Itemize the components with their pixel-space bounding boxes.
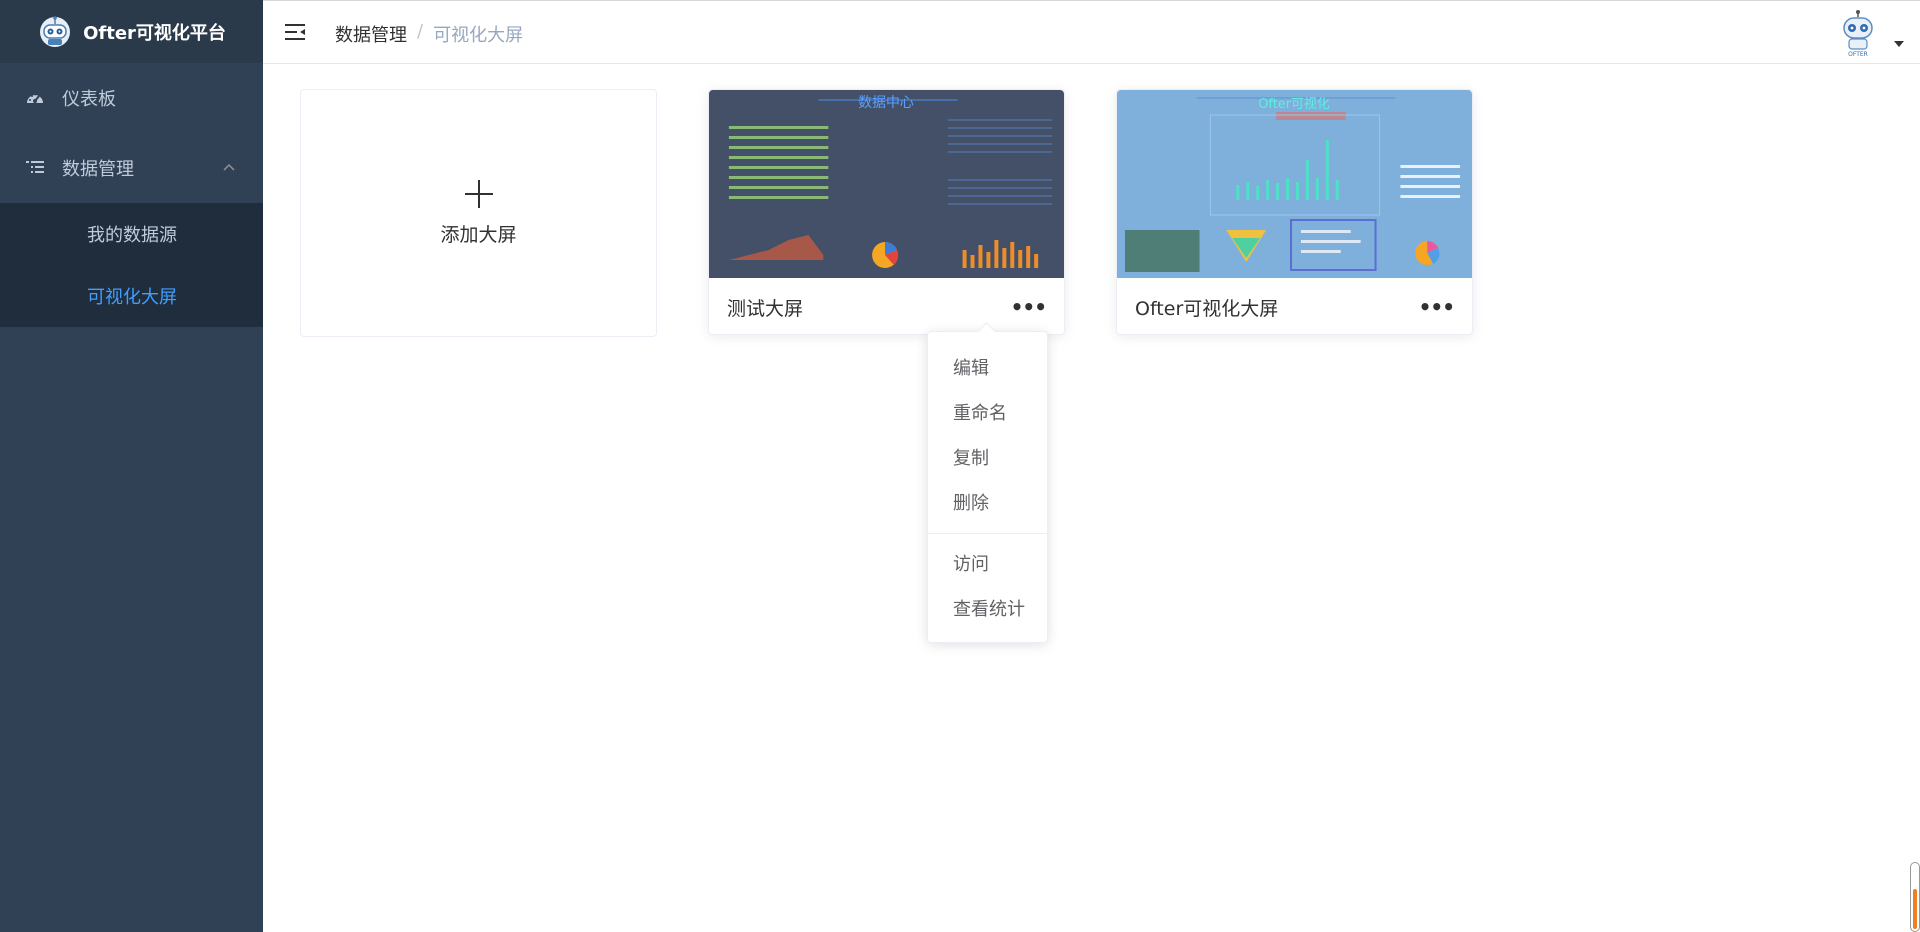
menu-item-view-stats[interactable]: 查看统计	[928, 587, 1047, 632]
thumb-heading: Ofter可视化	[1258, 97, 1330, 112]
card-footer: 测试大屏 •••	[709, 278, 1064, 336]
robot-logo-icon	[40, 15, 71, 47]
menu-label-data-management: 数据管理	[62, 159, 134, 180]
menu-item-edit[interactable]: 编辑	[928, 346, 1047, 391]
breadcrumb-item-current: 可视化大屏	[433, 25, 524, 46]
menu-item-delete[interactable]: 删除	[928, 481, 1047, 526]
app-title: Ofter可视化平台	[83, 22, 226, 44]
thumb-heading: 数据中心	[858, 95, 914, 111]
submenu-data-management: 我的数据源 可视化大屏	[0, 203, 263, 327]
tree-list-icon	[24, 157, 46, 179]
dashboard-gauge-icon	[24, 87, 46, 109]
sidebar-item-visual-screen[interactable]: 可视化大屏	[0, 265, 263, 327]
menu-label-dashboard: 仪表板	[62, 89, 116, 110]
svg-text:OFTER: OFTER	[1848, 51, 1868, 57]
avatar-dropdown-caret-icon[interactable]	[1894, 41, 1904, 47]
top-header: 数据管理 / 可视化大屏 OFTER	[263, 0, 1920, 64]
menu-item-visit[interactable]: 访问	[928, 542, 1047, 587]
menu-item-rename[interactable]: 重命名	[928, 391, 1047, 436]
screen-thumbnail[interactable]: Ofter可视化	[1117, 90, 1472, 278]
add-screen-card[interactable]: 添加大屏	[300, 89, 657, 337]
screen-card-ofter[interactable]: Ofter可视化 Ofter可视化大屏 •••	[1116, 89, 1473, 335]
more-options-icon[interactable]: •••	[1011, 295, 1047, 319]
user-avatar[interactable]: OFTER	[1836, 9, 1880, 57]
sidebar-item-my-datasource[interactable]: 我的数据源	[0, 203, 263, 265]
menu-divider	[928, 533, 1047, 534]
hamburger-toggle-icon[interactable]	[283, 21, 307, 43]
scrollbar[interactable]	[1910, 862, 1920, 932]
breadcrumb-item-data-management[interactable]: 数据管理	[335, 21, 407, 47]
breadcrumb-separator: /	[417, 21, 424, 42]
screen-card-test[interactable]: 数据中心 测试大屏 •••	[708, 89, 1065, 335]
card-actions-dropdown: 编辑 重命名 复制 删除 访问 查看统计	[927, 331, 1048, 643]
screen-thumbnail[interactable]: 数据中心	[709, 90, 1064, 278]
menu-item-copy[interactable]: 复制	[928, 436, 1047, 481]
breadcrumb: 数据管理 / 可视化大屏	[335, 21, 523, 47]
plus-icon	[464, 179, 493, 208]
card-title: Ofter可视化大屏	[1135, 297, 1279, 320]
card-title: 测试大屏	[727, 297, 804, 320]
sidebar: Ofter可视化平台 仪表板 数据管理 我的数据源 可视化大屏	[0, 0, 263, 932]
chevron-up-icon	[223, 163, 235, 171]
card-footer: Ofter可视化大屏 •••	[1117, 278, 1472, 336]
more-options-icon[interactable]: •••	[1419, 295, 1455, 319]
menu-item-data-management[interactable]: 数据管理	[0, 133, 263, 203]
menu-item-dashboard[interactable]: 仪表板	[0, 63, 263, 133]
add-screen-label: 添加大屏	[440, 223, 517, 246]
app-logo[interactable]: Ofter可视化平台	[0, 0, 263, 63]
